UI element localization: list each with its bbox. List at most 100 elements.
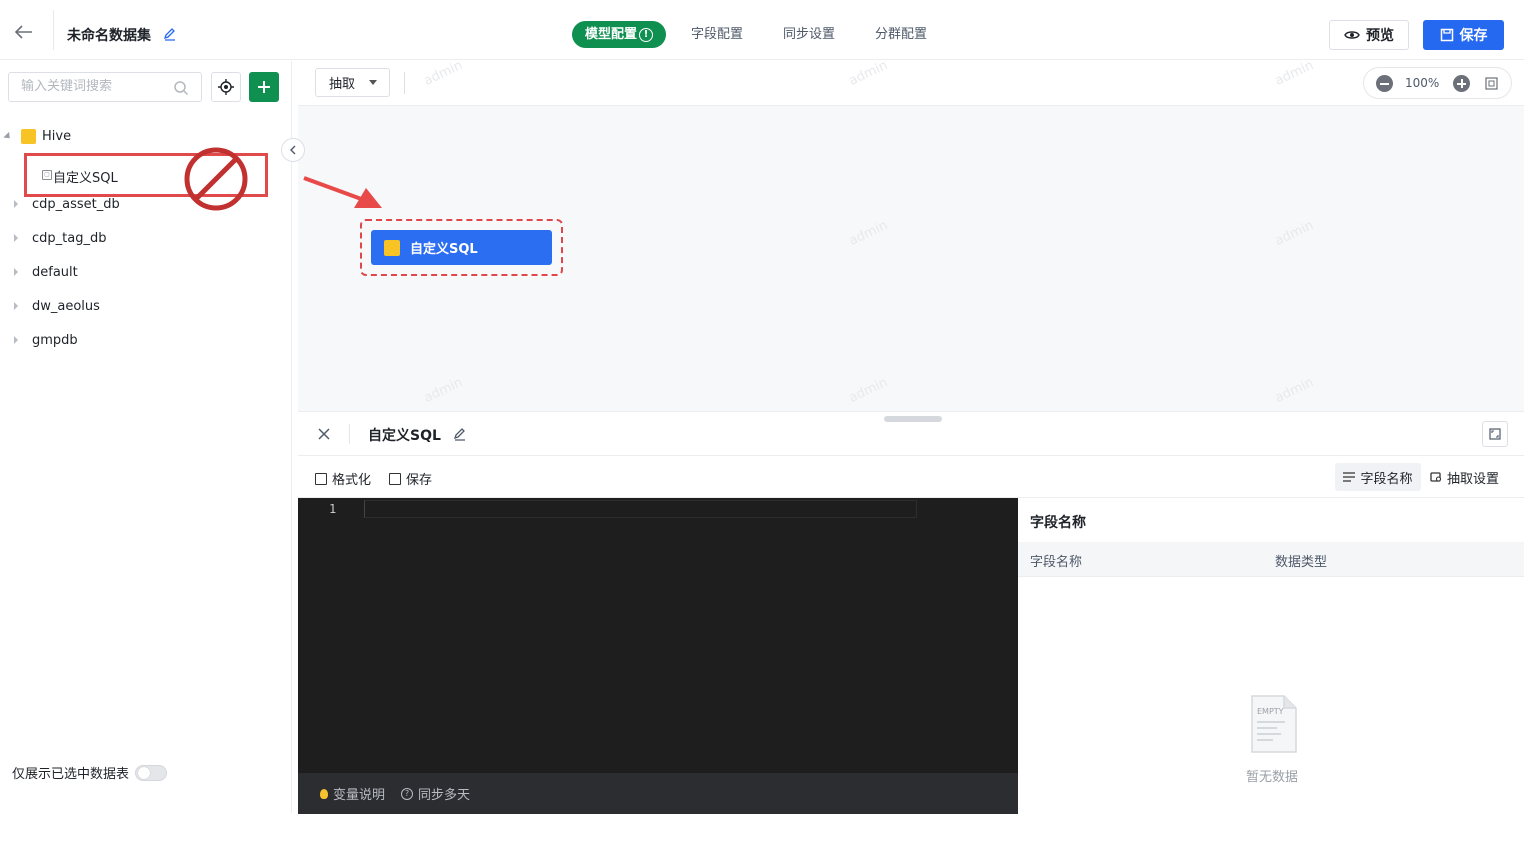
zoom-out-icon[interactable] <box>1376 75 1393 92</box>
watermark: admin <box>1272 218 1316 249</box>
step-tabs: 模型配置 ! 字段配置 同步设置 分群配置 <box>572 21 940 48</box>
tree-node-label: cdp_asset_db <box>32 196 120 212</box>
panel-title: 自定义SQL <box>368 428 441 444</box>
save-sql-button[interactable]: 保存 <box>389 469 432 488</box>
tab-field-names[interactable]: 字段名称 <box>1335 463 1421 491</box>
node-label: 自定义SQL <box>410 242 478 257</box>
zoom-level: 100% <box>1405 76 1440 90</box>
caret-down-icon <box>369 80 378 85</box>
expand-panel-button[interactable] <box>1482 421 1508 447</box>
sql-code-editor[interactable]: 1 变量说明 ? 同步多天 <box>298 498 1018 814</box>
watermark: admin <box>421 375 465 406</box>
caret-right-icon[interactable] <box>14 268 18 276</box>
line-number: 1 <box>329 502 337 516</box>
tree-node-label: dw_aeolus <box>32 298 100 314</box>
dataset-title: 未命名数据集 <box>67 28 151 44</box>
model-canvas[interactable]: 抽取 100% admin admin admin admin admin ad… <box>298 58 1524 411</box>
caret-right-icon[interactable] <box>14 336 18 344</box>
tree-node-db[interactable]: cdp_tag_db <box>0 221 292 255</box>
warning-icon: ! <box>639 27 654 42</box>
fields-title: 字段名称 <box>1030 515 1086 531</box>
tree-node-label: default <box>32 264 78 280</box>
collapse-sidebar-button[interactable] <box>281 138 305 162</box>
hive-icon <box>21 128 36 144</box>
only-selected-toggle[interactable] <box>135 764 168 781</box>
plus-icon <box>258 81 270 93</box>
caret-right-icon[interactable] <box>14 234 18 242</box>
close-icon[interactable] <box>317 427 331 441</box>
column-header: 字段名称 <box>1030 555 1083 570</box>
tree-node-db[interactable]: default <box>0 255 292 289</box>
save-button[interactable]: 保存 <box>1423 20 1504 50</box>
back-arrow-icon[interactable] <box>12 22 36 42</box>
search-icon[interactable] <box>173 80 189 96</box>
add-button[interactable] <box>249 72 279 102</box>
tab-extract-settings[interactable]: 抽取设置 <box>1430 463 1499 491</box>
zoom-in-icon[interactable] <box>1453 75 1470 92</box>
tree-node-label: 自定义SQL <box>53 171 118 186</box>
editor-footer: 变量说明 ? 同步多天 <box>298 773 1018 814</box>
tree-node-label: Hive <box>42 128 72 144</box>
watermark: admin <box>846 375 890 406</box>
tree-node-label: cdp_tag_db <box>32 230 107 246</box>
empty-icon-text: EMPTY <box>1257 707 1284 716</box>
variable-help-link[interactable]: 变量说明 <box>320 784 385 803</box>
fields-table-header: 字段名称 数据类型 <box>1018 542 1524 577</box>
empty-state-text: 暂无数据 <box>1246 770 1299 785</box>
tab-model-config[interactable]: 模型配置 ! <box>572 21 667 48</box>
settings-icon <box>1430 472 1442 482</box>
save-sql-label: 保存 <box>406 473 433 488</box>
header-divider <box>53 10 54 50</box>
locate-button[interactable] <box>211 72 241 102</box>
format-label: 格式化 <box>332 473 372 488</box>
format-icon <box>315 472 327 485</box>
panel-header: 自定义SQL <box>298 412 1524 456</box>
edit-icon[interactable] <box>453 427 467 441</box>
preview-label: 预览 <box>1366 28 1394 44</box>
tree-node-db[interactable]: cdp_asset_db <box>0 187 292 221</box>
sync-multi-day-label: 同步多天 <box>418 788 471 803</box>
sql-editor-panel: 自定义SQL 格式化 保存 字段名称 抽取设置 1 变量说明 ? 同步多天 字段… <box>298 411 1524 814</box>
caret-right-icon[interactable] <box>14 200 18 208</box>
extract-settings-label: 抽取设置 <box>1447 471 1500 487</box>
left-sidebar: Hive ▢ 自定义SQL cdp_asset_db cdp_tag_db de… <box>0 61 292 813</box>
caret-down-icon[interactable] <box>3 131 13 141</box>
tree-node-label: gmpdb <box>32 332 78 348</box>
format-button[interactable]: 格式化 <box>315 469 371 488</box>
tab-sync-settings[interactable]: 同步设置 <box>770 21 848 48</box>
edit-title-icon[interactable] <box>163 27 177 41</box>
canvas-node-custom-sql[interactable]: 自定义SQL <box>371 230 552 265</box>
preview-button[interactable]: 预览 <box>1329 20 1409 50</box>
database-tree: Hive ▢ 自定义SQL cdp_asset_db cdp_tag_db de… <box>0 119 292 357</box>
empty-state-icon: EMPTY <box>1251 695 1297 753</box>
only-selected-filter: 仅展示已选中数据表 <box>12 763 168 782</box>
search-box <box>8 72 202 102</box>
bulb-icon <box>320 788 328 799</box>
tab-segment-config[interactable]: 分群配置 <box>862 21 940 48</box>
tab-field-config[interactable]: 字段配置 <box>678 21 756 48</box>
locate-icon <box>218 79 234 95</box>
tree-node-custom-sql-row: ▢ 自定义SQL <box>0 147 292 211</box>
sql-icon: ▢ <box>42 170 52 180</box>
field-list: 字段名称 字段名称 数据类型 EMPTY 暂无数据 <box>1018 498 1524 814</box>
fit-view-icon[interactable] <box>1485 77 1498 90</box>
tab-model-config-label: 模型配置 <box>585 27 638 42</box>
zoom-control: 100% <box>1363 67 1512 99</box>
search-input[interactable] <box>21 79 171 94</box>
expand-icon <box>1489 428 1501 440</box>
watermark: admin <box>846 218 890 249</box>
save-label: 保存 <box>1459 28 1488 44</box>
canvas-toolbar: 抽取 100% <box>298 61 1524 106</box>
tree-node-db[interactable]: gmpdb <box>0 323 292 357</box>
hive-icon <box>384 239 400 256</box>
red-arrow-annotation <box>303 176 382 208</box>
editor-toolbar: 格式化 保存 字段名称 抽取设置 <box>298 456 1524 498</box>
chevron-left-icon <box>290 145 296 155</box>
sync-multi-day-link[interactable]: ? 同步多天 <box>401 784 470 803</box>
column-header: 数据类型 <box>1275 555 1328 570</box>
variable-help-label: 变量说明 <box>333 788 386 803</box>
top-header: 未命名数据集 模型配置 ! 字段配置 同步设置 分群配置 预览 保存 <box>0 0 1524 60</box>
caret-right-icon[interactable] <box>14 302 18 310</box>
extract-mode-select[interactable]: 抽取 <box>315 68 390 97</box>
tree-node-db[interactable]: dw_aeolus <box>0 289 292 323</box>
